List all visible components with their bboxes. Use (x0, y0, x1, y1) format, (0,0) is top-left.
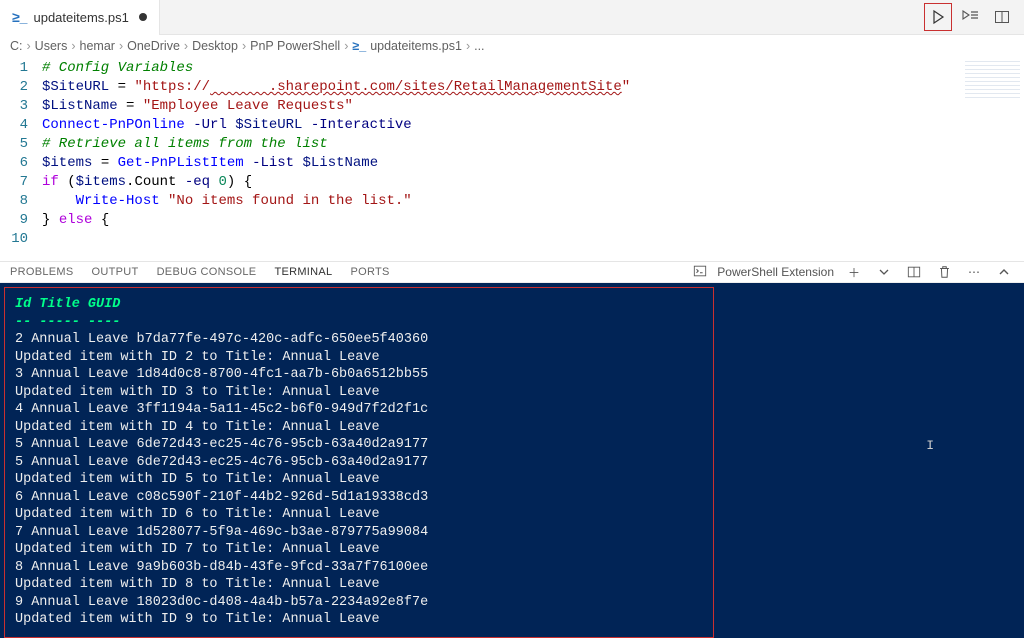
run-button[interactable] (924, 3, 952, 31)
terminal-message-row: Updated item with ID 7 to Title: Annual … (15, 541, 703, 559)
code-editor[interactable]: 12345678910 # Config Variables$SiteURL =… (0, 57, 1024, 261)
code-line[interactable]: } else { (42, 211, 1024, 230)
line-number: 5 (0, 135, 28, 154)
terminal-message-row: Updated item with ID 4 to Title: Annual … (15, 419, 703, 437)
terminal-message-row: Updated item with ID 5 to Title: Annual … (15, 471, 703, 489)
collapse-panel-button[interactable] (994, 262, 1014, 282)
terminal-header-row: Id Title GUID (15, 296, 703, 314)
terminal-message-row: Updated item with ID 3 to Title: Annual … (15, 384, 703, 402)
code-line[interactable]: Write-Host "No items found in the list." (42, 192, 1024, 211)
code-line[interactable]: $items = Get-PnPListItem -List $ListName (42, 154, 1024, 173)
terminal-cursor-icon: I (926, 438, 934, 453)
terminal-message-row: Updated item with ID 9 to Title: Annual … (15, 611, 703, 629)
code-body[interactable]: # Config Variables$SiteURL = "https:// .… (42, 57, 1024, 261)
breadcrumb-file[interactable]: updateitems.ps1 (370, 39, 462, 53)
line-number: 7 (0, 173, 28, 192)
run-below-button[interactable] (956, 3, 984, 31)
editor-actions (924, 3, 1024, 31)
breadcrumb-segment[interactable]: PnP PowerShell (250, 39, 340, 53)
editor-tab[interactable]: ≥_ updateitems.ps1 (0, 0, 160, 35)
line-number: 8 (0, 192, 28, 211)
new-terminal-button[interactable]: ＋ (844, 262, 864, 282)
code-line[interactable]: if ($items.Count -eq 0) { (42, 173, 1024, 192)
line-gutter: 12345678910 (0, 57, 42, 261)
code-line[interactable]: # Config Variables (42, 59, 1024, 78)
terminal-profile-label[interactable]: PowerShell Extension (717, 265, 834, 279)
chevron-right-icon: › (27, 39, 31, 53)
panel-tab-debug-console[interactable]: DEBUG CONSOLE (157, 266, 257, 278)
split-editor-button[interactable] (988, 3, 1016, 31)
code-line[interactable]: $ListName = "Employee Leave Requests" (42, 97, 1024, 116)
powershell-icon: ≥_ (12, 9, 27, 25)
breadcrumb-overflow[interactable]: ... (474, 39, 484, 53)
terminal-output[interactable]: Id Title GUID-- ----- ----2 Annual Leave… (4, 287, 714, 638)
panel-tab-problems[interactable]: PROBLEMS (10, 266, 74, 278)
breadcrumb-segment[interactable]: C: (10, 39, 23, 53)
terminal-item-row: 2 Annual Leave b7da77fe-497c-420c-adfc-6… (15, 331, 703, 349)
chevron-right-icon: › (71, 39, 75, 53)
terminal-item-row: 5 Annual Leave 6de72d43-ec25-4c76-95cb-6… (15, 436, 703, 454)
breadcrumb-segment[interactable]: OneDrive (127, 39, 180, 53)
terminal-item-row: 5 Annual Leave 6de72d43-ec25-4c76-95cb-6… (15, 454, 703, 472)
chevron-right-icon: › (344, 39, 348, 53)
terminal-item-row: 7 Annual Leave 1d528077-5f9a-469c-b3ae-8… (15, 524, 703, 542)
terminal-item-row: 9 Annual Leave 18023d0c-d408-4a4b-b57a-2… (15, 594, 703, 612)
terminal-item-row: 8 Annual Leave 9a9b603b-d84b-43fe-9fcd-3… (15, 559, 703, 577)
kill-terminal-button[interactable] (934, 262, 954, 282)
breadcrumb-segment[interactable]: Desktop (192, 39, 238, 53)
terminal-launch-icon[interactable] (693, 264, 707, 281)
line-number: 6 (0, 154, 28, 173)
terminal-header-underline: -- ----- ---- (15, 314, 703, 332)
line-number: 3 (0, 97, 28, 116)
bottom-panel: PROBLEMSOUTPUTDEBUG CONSOLETERMINALPORTS… (0, 261, 1024, 621)
code-line[interactable]: $SiteURL = "https:// .sharepoint.com/sit… (42, 78, 1024, 97)
breadcrumb-segment[interactable]: hemar (80, 39, 115, 53)
terminal-item-row: 3 Annual Leave 1d84d0c8-8700-4fc1-aa7b-6… (15, 366, 703, 384)
line-number: 4 (0, 116, 28, 135)
panel-tab-ports[interactable]: PORTS (350, 266, 389, 278)
line-number: 1 (0, 59, 28, 78)
line-number: 10 (0, 230, 28, 249)
minimap[interactable] (965, 61, 1020, 101)
chevron-right-icon: › (119, 39, 123, 53)
code-line[interactable]: # Retrieve all items from the list (42, 135, 1024, 154)
terminal-message-row: Updated item with ID 6 to Title: Annual … (15, 506, 703, 524)
chevron-right-icon: › (242, 39, 246, 53)
chevron-right-icon: › (184, 39, 188, 53)
line-number: 9 (0, 211, 28, 230)
panel-tabs: PROBLEMSOUTPUTDEBUG CONSOLETERMINALPORTS… (0, 262, 1024, 283)
powershell-icon: ≥_ (352, 39, 366, 53)
terminal-item-row: 4 Annual Leave 3ff1194a-5a11-45c2-b6f0-9… (15, 401, 703, 419)
more-actions-button[interactable]: ⋯ (964, 262, 984, 282)
panel-tab-output[interactable]: OUTPUT (92, 266, 139, 278)
split-terminal-button[interactable] (904, 262, 924, 282)
tab-bar: ≥_ updateitems.ps1 (0, 0, 1024, 35)
tab-title: updateitems.ps1 (33, 10, 128, 25)
breadcrumb[interactable]: C:›Users›hemar›OneDrive›Desktop›PnP Powe… (0, 35, 1024, 57)
dirty-indicator-icon (139, 13, 147, 21)
code-line[interactable]: Connect-PnPOnline -Url $SiteURL -Interac… (42, 116, 1024, 135)
breadcrumb-segment[interactable]: Users (35, 39, 68, 53)
terminal-message-row: Updated item with ID 8 to Title: Annual … (15, 576, 703, 594)
terminal-message-row: Updated item with ID 2 to Title: Annual … (15, 349, 703, 367)
terminal-dropdown-button[interactable] (874, 262, 894, 282)
chevron-right-icon: › (466, 39, 470, 53)
line-number: 2 (0, 78, 28, 97)
terminal-item-row: 6 Annual Leave c08c590f-210f-44b2-926d-5… (15, 489, 703, 507)
